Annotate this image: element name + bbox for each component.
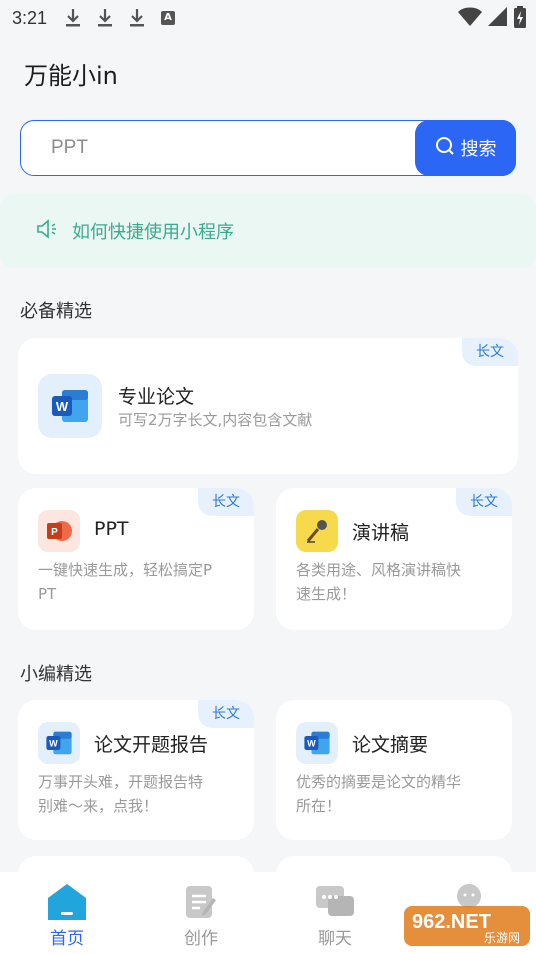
card-thesis[interactable]: 长文 W 专业论文 可写2万字长文,内容包含文献 bbox=[18, 338, 518, 474]
card-desc-line2: 速生成！ bbox=[296, 585, 357, 603]
card-title: 论文开题报告 bbox=[94, 734, 209, 756]
long-text-badge: 长文 bbox=[462, 338, 518, 366]
svg-text:962.NET: 962.NET bbox=[412, 911, 491, 933]
a-notification-icon: A bbox=[161, 11, 176, 25]
status-bar: 3:21 A bbox=[0, 0, 536, 36]
tab-create[interactable]: 创作 bbox=[134, 872, 268, 954]
card-title: 演讲稿 bbox=[352, 522, 410, 544]
home-icon bbox=[46, 882, 88, 922]
section-title-essential: 必备精选 bbox=[20, 301, 92, 322]
card-speech[interactable]: 长文 演讲稿 各类用途、风格演讲稿快 速生成！ bbox=[276, 488, 512, 630]
word-icon: W bbox=[38, 374, 102, 438]
wifi-icon bbox=[458, 7, 482, 31]
tab-label: 聊天 bbox=[318, 929, 352, 949]
svg-text:W: W bbox=[49, 739, 58, 749]
card-ppt[interactable]: 长文 P PPT 一键快速生成，轻松搞定P PT bbox=[18, 488, 254, 630]
download-icon bbox=[65, 8, 81, 28]
app-title: 万能小in bbox=[24, 62, 118, 90]
tab-label: 创作 bbox=[184, 929, 218, 949]
search-input[interactable] bbox=[51, 135, 411, 161]
speaker-icon bbox=[36, 219, 60, 243]
svg-text:W: W bbox=[307, 739, 316, 749]
search-button[interactable]: 搜索 bbox=[415, 120, 516, 176]
download-icon bbox=[129, 8, 145, 28]
chat-icon bbox=[314, 882, 356, 922]
svg-text:乐游网: 乐游网 bbox=[484, 931, 520, 945]
word-icon: W bbox=[38, 722, 80, 764]
card-title: PPT bbox=[94, 518, 129, 540]
tab-chat[interactable]: 聊天 bbox=[268, 872, 402, 954]
powerpoint-icon: P bbox=[38, 510, 80, 552]
section-title-editor: 小编精选 bbox=[20, 664, 92, 685]
card-proposal[interactable]: 长文 W 论文开题报告 万事开头难，开题报告特 别难～来，点我！ bbox=[18, 700, 254, 840]
card-desc-line2: PT bbox=[38, 585, 57, 603]
microphone-icon bbox=[296, 510, 338, 552]
tab-home[interactable]: 首页 bbox=[0, 872, 134, 954]
search-icon bbox=[435, 136, 455, 161]
long-text-badge: 长文 bbox=[456, 488, 512, 516]
card-desc-line1: 一键快速生成，轻松搞定P bbox=[38, 561, 213, 579]
card-title: 专业论文 bbox=[118, 386, 195, 408]
tip-bar[interactable]: 如何快捷使用小程序 bbox=[0, 194, 536, 268]
edit-document-icon bbox=[180, 882, 222, 922]
status-time: 3:21 bbox=[12, 7, 48, 28]
card-desc-line1: 万事开头难，开题报告特 bbox=[38, 773, 204, 791]
battery-charging-icon bbox=[514, 6, 526, 32]
svg-text:P: P bbox=[51, 527, 58, 538]
card-desc-line1: 各类用途、风格演讲稿快 bbox=[296, 561, 462, 579]
tip-text: 如何快捷使用小程序 bbox=[72, 222, 234, 243]
long-text-badge: 长文 bbox=[198, 488, 254, 516]
tab-label: 首页 bbox=[50, 929, 84, 949]
card-desc-line2: 别难～来，点我！ bbox=[38, 797, 159, 815]
svg-text:W: W bbox=[56, 399, 69, 414]
search-button-label: 搜索 bbox=[460, 139, 497, 160]
long-text-badge: 长文 bbox=[198, 700, 254, 728]
word-icon: W bbox=[296, 722, 338, 764]
search-box: 搜索 bbox=[20, 120, 516, 176]
card-desc-line1: 优秀的摘要是论文的精华 bbox=[296, 773, 462, 791]
card-title: 论文摘要 bbox=[352, 734, 429, 756]
card-desc: 可写2万字长文,内容包含文献 bbox=[118, 411, 313, 429]
card-desc-line2: 所在！ bbox=[296, 797, 342, 815]
signal-icon bbox=[488, 7, 508, 31]
watermark-logo: 962.NET 乐游网 bbox=[404, 902, 530, 950]
card-abstract[interactable]: W 论文摘要 优秀的摘要是论文的精华 所在！ bbox=[276, 700, 512, 840]
download-icon bbox=[97, 8, 113, 28]
